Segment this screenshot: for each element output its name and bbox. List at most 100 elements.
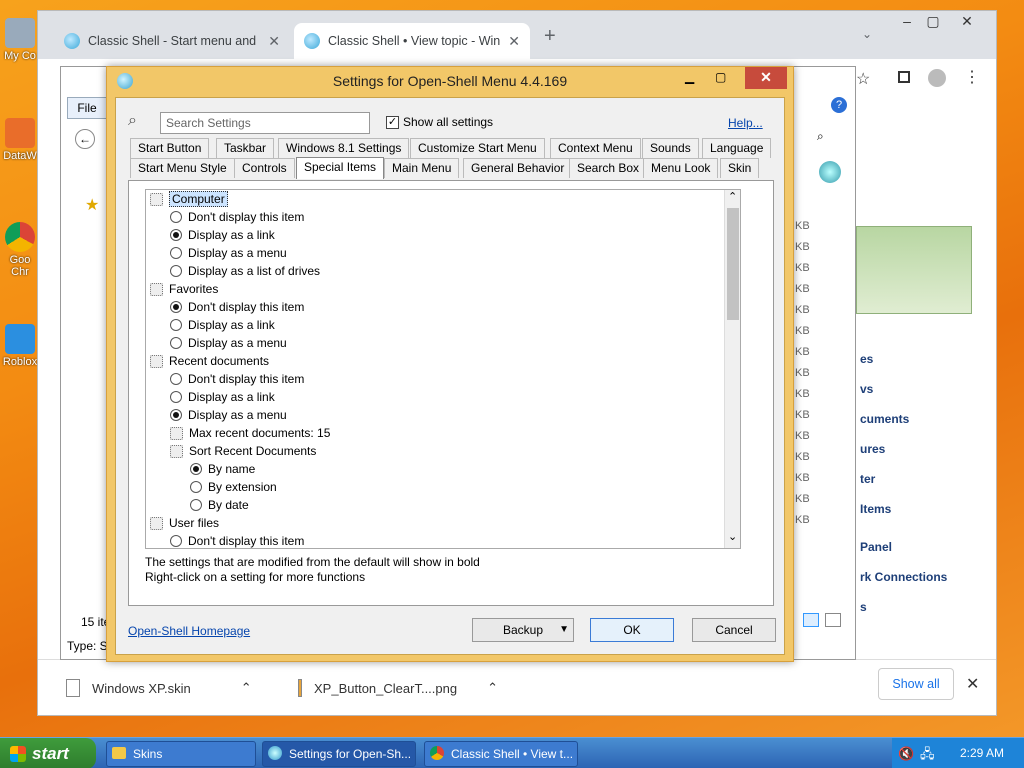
tree-group[interactable]: Computer (150, 190, 228, 208)
tree-radio-option[interactable]: Display as a menu (170, 244, 287, 262)
ok-button[interactable]: OK (590, 618, 674, 642)
tab-special-items[interactable]: Special Items (296, 157, 385, 179)
tab-controls[interactable]: Controls (234, 158, 295, 178)
radio-unchecked-icon (190, 481, 202, 493)
tree-radio-option[interactable]: Display as a link (170, 316, 275, 334)
details-view-icon[interactable] (803, 613, 819, 627)
download-item[interactable]: XP_Button_ClearT....png ⌃ (298, 670, 498, 706)
start-button[interactable]: start (0, 738, 96, 768)
settings-gear-icon (170, 426, 183, 440)
tab-taskbar[interactable]: Taskbar (216, 138, 275, 158)
taskbar-item-settings[interactable]: Settings for Open-Sh... (262, 741, 416, 767)
scrollbar-thumb[interactable] (727, 208, 739, 320)
size-unit: KB (795, 493, 810, 505)
tab-sounds[interactable]: Sounds (642, 138, 699, 158)
chevron-up-icon[interactable]: ⌃ (487, 680, 498, 696)
size-unit: KB (795, 304, 810, 316)
search-settings-input[interactable]: Search Settings (160, 112, 370, 134)
tab-customize-start-menu[interactable]: Customize Start Menu (410, 138, 545, 158)
tab-menu-look[interactable]: Menu Look (643, 158, 719, 178)
tree-radio-option[interactable]: Don't display this item (170, 532, 305, 548)
tab-general-behavior[interactable]: General Behavior (463, 158, 573, 178)
close-icon[interactable]: ✕ (966, 674, 979, 694)
desktop-icon-dataw[interactable]: DataW (0, 118, 40, 162)
back-arrow-icon[interactable]: ← (75, 129, 95, 149)
taskbar-item-skins[interactable]: Skins (106, 741, 256, 767)
tree-radio-option[interactable]: By name (190, 460, 255, 478)
star-icon[interactable]: ☆ (856, 69, 870, 89)
maximize-icon[interactable]: ▢ (715, 70, 726, 84)
tab-search-box[interactable]: Search Box (569, 158, 648, 178)
network-icon[interactable]: 🖧 (920, 738, 935, 768)
dropdown-arrow-icon: ▼ (559, 624, 569, 635)
chevron-down-icon[interactable]: ⌄ (862, 27, 872, 41)
windows-flag-icon (10, 745, 26, 762)
tree-group[interactable]: User files (150, 514, 219, 532)
backup-button[interactable]: Backup ▼ (472, 618, 574, 642)
desktop-icon-my-computer[interactable]: My Co (0, 18, 40, 62)
search-icon[interactable]: ⌕ (817, 129, 824, 144)
tree-radio-option[interactable]: Don't display this item (170, 298, 304, 316)
tree-radio-option[interactable]: Display as a menu (170, 334, 287, 352)
maximize-icon[interactable]: ▢ (918, 13, 948, 30)
settings-dialog: Settings for Open-Shell Menu 4.4.169 ▁ ▢… (106, 66, 794, 662)
chevron-up-icon[interactable]: ⌃ (728, 190, 737, 203)
close-icon[interactable]: ✕ (268, 33, 280, 50)
profile-icon[interactable] (928, 69, 946, 87)
thumbnail-view-icon[interactable] (825, 613, 841, 627)
close-icon[interactable]: ✕ (508, 33, 520, 50)
tree-radio-option[interactable]: Display as a menu (170, 406, 287, 424)
tab-start-menu-style[interactable]: Start Menu Style (130, 158, 235, 178)
tree-group[interactable]: Recent documents (150, 352, 269, 370)
tree-radio-option[interactable]: Don't display this item (170, 208, 304, 226)
tab-windows-81-settings[interactable]: Windows 8.1 Settings (278, 138, 410, 158)
tab-main-menu[interactable]: Main Menu (384, 158, 460, 178)
chrome-tab-1[interactable]: Classic Shell - Start menu and ot ✕ (54, 23, 290, 59)
tree-radio-option[interactable]: Display as a list of drives (170, 262, 320, 280)
vertical-scrollbar[interactable]: ⌃ ⌄ (724, 190, 740, 548)
close-icon[interactable]: ✕ (952, 13, 982, 30)
show-all-settings-checkbox[interactable]: ✓ Show all settings (386, 115, 493, 129)
tab-context-menu[interactable]: Context Menu (550, 138, 641, 158)
size-unit: KB (795, 514, 810, 526)
tree-radio-option[interactable]: Don't display this item (170, 370, 304, 388)
volume-muted-icon[interactable]: 🔇 (898, 738, 914, 768)
tree-radio-option[interactable]: By date (190, 496, 249, 514)
download-item[interactable]: Windows XP.skin ⌃ (66, 670, 266, 706)
help-link[interactable]: Help... (728, 116, 763, 130)
desktop-icon-roblox[interactable]: Roblox (0, 324, 40, 368)
info-line-2: Right-click on a setting for more functi… (145, 570, 366, 584)
tree-radio-option[interactable]: Display as a link (170, 388, 275, 406)
desktop-icon-chrome[interactable]: Goo Chr (0, 222, 40, 278)
question-icon[interactable]: ? (831, 97, 847, 113)
close-icon[interactable]: ✕ (745, 67, 787, 89)
radio-unchecked-icon (170, 391, 182, 403)
chevron-up-icon[interactable]: ⌃ (241, 680, 252, 696)
tab-language[interactable]: Language (702, 138, 772, 158)
tab-start-button[interactable]: Start Button (130, 138, 210, 158)
tree-radio-option[interactable]: Display as a link (170, 226, 275, 244)
tab-skin[interactable]: Skin (720, 158, 760, 178)
show-all-button[interactable]: Show all (878, 668, 954, 700)
side-panel-icon[interactable] (898, 71, 910, 83)
taskbar-item-chrome[interactable]: Classic Shell • View t... (424, 741, 578, 767)
tree-item-label: Don't display this item (188, 534, 305, 548)
chrome-tab-title: Classic Shell - Start menu and ot (88, 34, 261, 48)
menu-dots-icon[interactable]: ⋮ (964, 67, 980, 87)
settings-tree: Computer Don't display this item Display a… (145, 189, 741, 549)
tree-group[interactable]: Favorites (150, 280, 218, 298)
size-unit: KB (795, 472, 810, 484)
tree-setting[interactable]: Sort Recent Documents (170, 442, 316, 460)
start-menu-preview-item: Items (860, 502, 892, 516)
chevron-down-icon[interactable]: ⌄ (728, 530, 737, 543)
new-tab-icon[interactable]: + (544, 25, 556, 48)
homepage-link[interactable]: Open-Shell Homepage (128, 624, 250, 638)
tree-radio-option[interactable]: By extension (190, 478, 277, 496)
tree-setting[interactable]: Max recent documents: 15 (170, 424, 330, 442)
minimize-icon[interactable]: ▁ (685, 70, 694, 84)
cancel-button[interactable]: Cancel (692, 618, 776, 642)
chrome-tab-2[interactable]: Classic Shell • View topic - Wind ✕ (294, 23, 530, 59)
start-menu-preview-item: ter (860, 472, 876, 486)
check-icon: ✓ (386, 115, 399, 129)
explorer-file-menu[interactable]: File (67, 97, 107, 119)
